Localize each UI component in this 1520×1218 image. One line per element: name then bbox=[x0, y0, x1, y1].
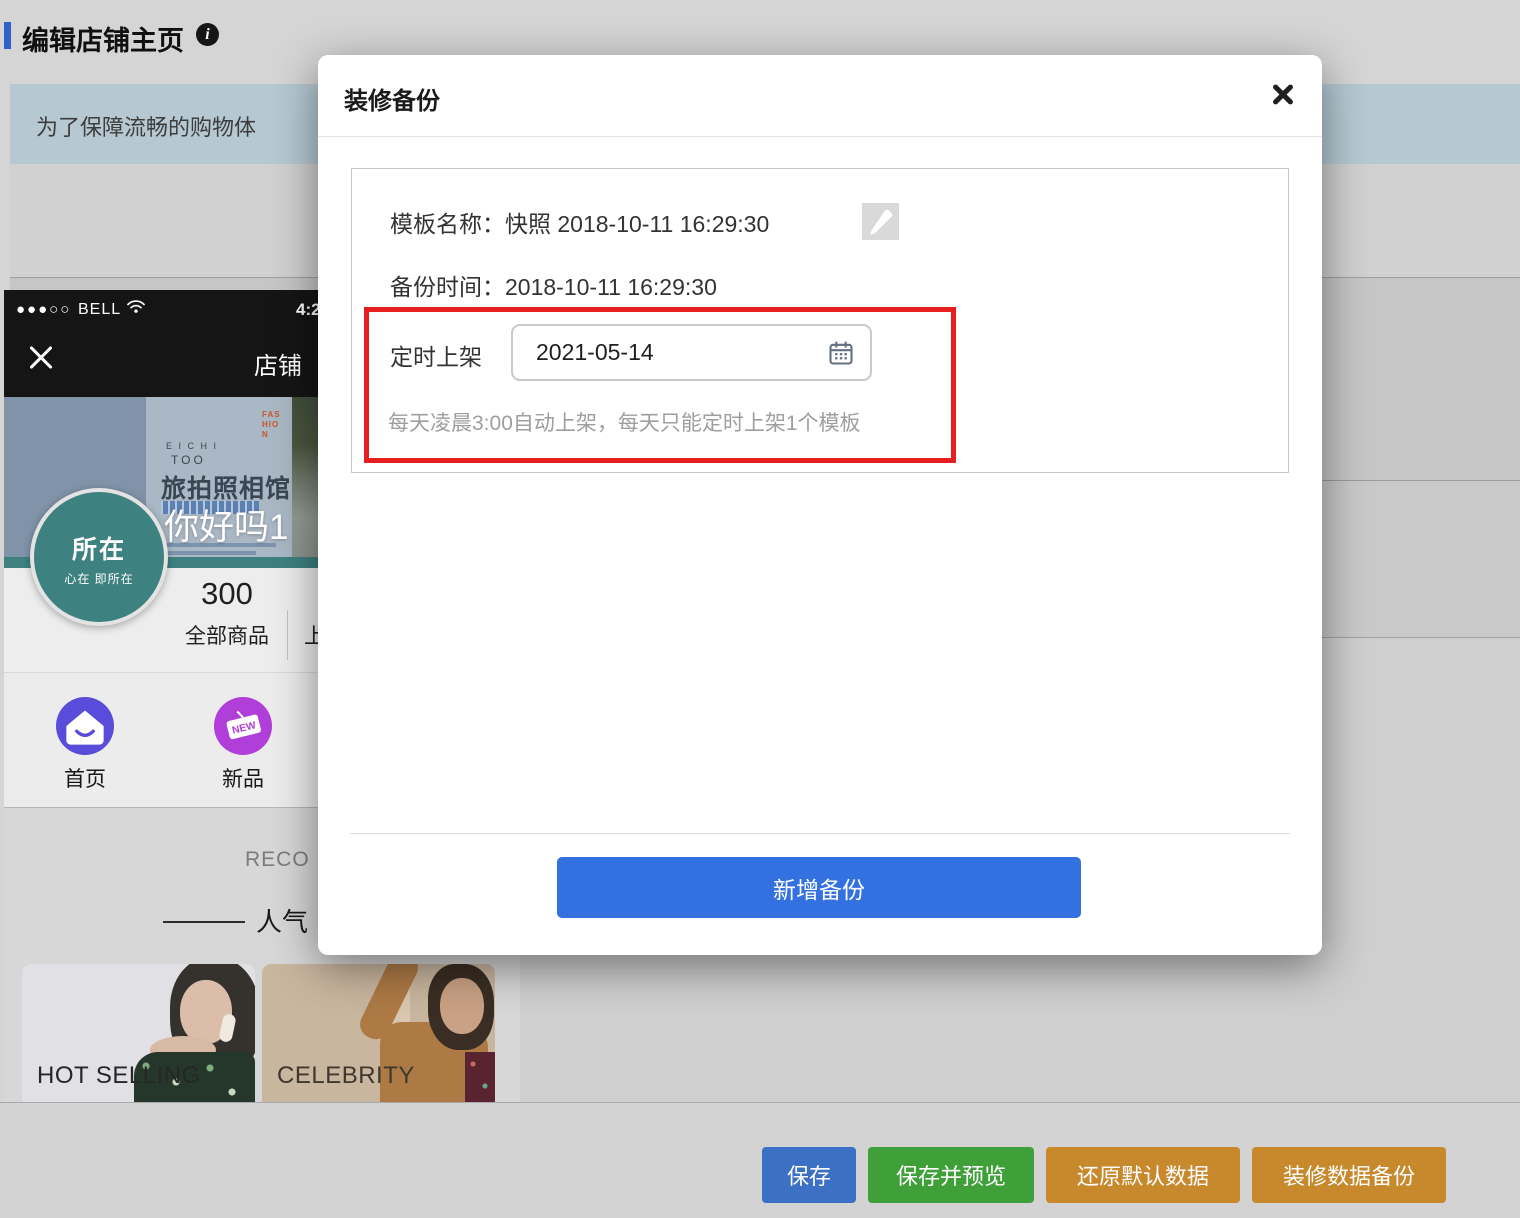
phone-nav-title: 店铺 bbox=[254, 346, 302, 381]
title-accent-bar bbox=[4, 22, 11, 49]
backup-time-row: 备份时间：2018-10-11 16:29:30 bbox=[390, 268, 717, 302]
photo-floral-dress bbox=[465, 1052, 495, 1102]
save-and-preview-button[interactable]: 保存并预览 bbox=[868, 1147, 1034, 1203]
backup-time-value: 2018-10-11 16:29:30 bbox=[505, 274, 717, 300]
shop-quick-tabs: 首页 NEW 新品 bbox=[4, 672, 347, 808]
shop-logo-slogan: 心在 即所在 bbox=[34, 570, 164, 587]
product-count: 300 bbox=[152, 576, 302, 612]
modal-title: 装修备份 bbox=[344, 81, 440, 116]
section-heading: 人气 bbox=[256, 902, 308, 939]
modal-footer-divider bbox=[350, 833, 1290, 834]
template-name-value: 快照 2018-10-11 16:29:30 bbox=[505, 211, 769, 237]
promo-card-label: HOT SELLING bbox=[37, 1062, 201, 1090]
phone-statusbar: ●●●○○ BELL 4:2 店铺 bbox=[4, 290, 347, 397]
stats-divider bbox=[287, 610, 288, 660]
clock-label: 4:2 bbox=[296, 300, 321, 320]
save-button[interactable]: 保存 bbox=[762, 1147, 856, 1203]
promo-card-label: CELEBRITY bbox=[277, 1062, 415, 1090]
banner-fashion-text: FAS HIO N bbox=[262, 410, 281, 440]
schedule-hint: 每天凌晨3:00自动上架，每天只能定时上架1个模板 bbox=[388, 407, 861, 437]
edit-template-name-button[interactable] bbox=[862, 203, 899, 240]
modal-header-divider bbox=[318, 136, 1322, 137]
banner-brand-line1: E I C H I bbox=[166, 441, 218, 451]
template-name-row: 模板名称：快照 2018-10-11 16:29:30 bbox=[390, 205, 769, 239]
banner-overlay-title: 你好吗1 bbox=[164, 499, 288, 550]
restore-default-button[interactable]: 还原默认数据 bbox=[1046, 1147, 1240, 1203]
banner-brand-line2: TOO bbox=[171, 453, 206, 467]
modal-close-icon[interactable] bbox=[1268, 79, 1298, 109]
page: 编辑店铺主页 i 为了保障流畅的购物体 ●●●○○ BELL 4:2 店铺 bbox=[0, 0, 1520, 1218]
promo-card-celebrity[interactable]: CELEBRITY bbox=[262, 964, 495, 1102]
carrier-label: BELL bbox=[78, 301, 121, 319]
section-eyebrow: RECO bbox=[245, 848, 310, 872]
promo-card-hot-selling[interactable]: HOT SELLING bbox=[22, 964, 255, 1102]
template-name-label: 模板名称： bbox=[390, 211, 505, 237]
decoration-backup-button[interactable]: 装修数据备份 bbox=[1252, 1147, 1446, 1203]
page-title: 编辑店铺主页 bbox=[22, 19, 184, 58]
home-icon bbox=[56, 697, 114, 755]
wifi-icon bbox=[126, 299, 146, 314]
info-icon[interactable]: i bbox=[196, 23, 219, 46]
new-tag-icon: NEW bbox=[214, 697, 272, 755]
tab-new-label: 新品 bbox=[201, 763, 285, 793]
banner-caption-line bbox=[161, 551, 256, 555]
schedule-date-input[interactable]: 2021-05-14 bbox=[511, 324, 872, 381]
add-backup-button[interactable]: 新增备份 bbox=[557, 857, 1081, 918]
pencil-icon bbox=[862, 203, 899, 240]
schedule-label: 定时上架 bbox=[390, 338, 482, 372]
tab-home-label: 首页 bbox=[43, 763, 127, 793]
notice-text: 为了保障流畅的购物体 bbox=[36, 110, 256, 142]
shop-logo-name: 所在 bbox=[34, 530, 164, 566]
footer-action-bar: 保存 保存并预览 还原默认数据 装修数据备份 bbox=[0, 1102, 1520, 1218]
schedule-date-value: 2021-05-14 bbox=[536, 339, 654, 366]
backup-time-label: 备份时间： bbox=[390, 274, 505, 300]
shop-logo: 所在 心在 即所在 bbox=[30, 488, 168, 626]
heading-dash bbox=[163, 921, 245, 923]
photo-face bbox=[440, 978, 484, 1034]
backup-modal: 装修备份 模板名称：快照 2018-10-11 16:29:30 备份时间：20… bbox=[318, 55, 1322, 955]
calendar-icon[interactable] bbox=[827, 339, 855, 367]
product-count-label: 全部商品 bbox=[152, 620, 302, 650]
signal-dots-icon: ●●●○○ bbox=[16, 301, 71, 318]
close-icon[interactable] bbox=[26, 342, 56, 372]
